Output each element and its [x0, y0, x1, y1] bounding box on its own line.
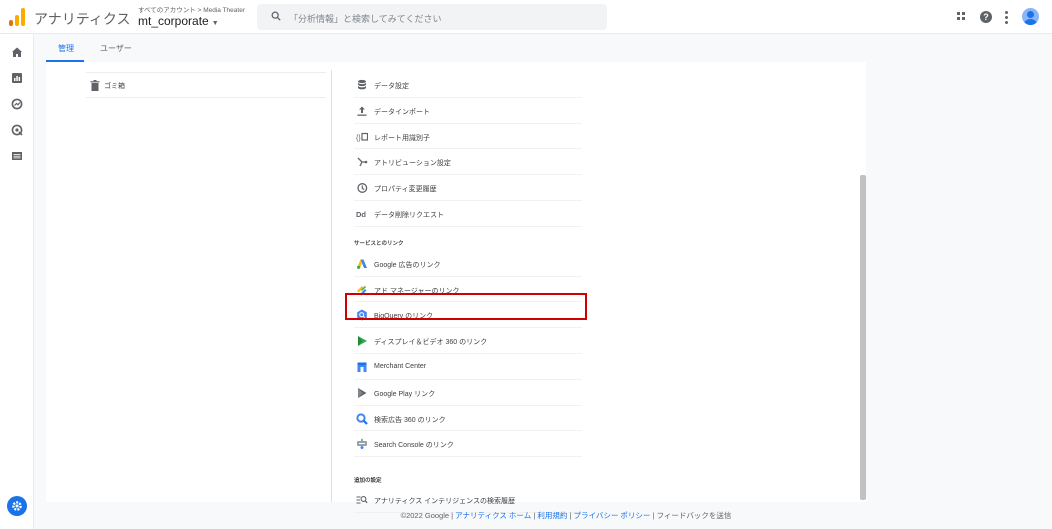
copyright-text: ©2022 Google | — [400, 511, 454, 520]
menu-item-merchant-center[interactable]: Merchant Center — [354, 354, 582, 380]
privacy-policy-link[interactable]: プライバシー ポリシー — [574, 511, 651, 520]
menu-item-label: プロパティ変更履歴 — [374, 186, 437, 194]
intelligence-search-history-icon — [356, 496, 368, 504]
merchant-center-icon — [357, 362, 367, 372]
menu-item-label: データ設定 — [374, 83, 409, 90]
menu-item-data-settings[interactable]: データ設定 — [354, 72, 582, 98]
menu-item-attribution-settings[interactable]: アトリビューション設定 — [354, 149, 582, 176]
menu-item-label: アトリビューション設定 — [374, 160, 451, 168]
display-video-360-icon — [358, 336, 367, 347]
section-title: サービスとのリンク — [354, 240, 404, 247]
avatar[interactable] — [1022, 8, 1039, 25]
account-selector[interactable]: mt_corporate ▼ — [138, 14, 219, 28]
menu-item-label: データ削除リクエスト — [374, 211, 444, 219]
apps-grid-icon[interactable] — [957, 12, 966, 21]
menu-item-property-change-history[interactable]: プロパティ変更履歴 — [354, 175, 582, 201]
footer-separator: | — [652, 511, 655, 520]
menu-item-label: Google 広告のリンク — [374, 261, 441, 269]
advertising-icon[interactable] — [11, 124, 23, 136]
left-nav-rail — [0, 34, 34, 529]
explore-icon[interactable] — [11, 98, 23, 110]
menu-item-label: アナリティクス インテリジェンスの検索履歴 — [374, 498, 516, 506]
reports-icon[interactable] — [11, 72, 23, 84]
search-console-icon — [357, 439, 367, 450]
tab-user[interactable]: ユーザー — [100, 43, 132, 54]
admin-tabs: 管理 ユーザー — [34, 34, 1052, 62]
help-icon[interactable]: ? — [980, 11, 992, 23]
bigquery-highlight-box — [345, 293, 587, 320]
menu-item-label: データインポート — [374, 108, 430, 116]
caret-down-icon: ▼ — [211, 20, 219, 27]
analytics-home-link[interactable]: アナリティクス ホーム — [455, 511, 531, 520]
menu-item-label: Google Play リンク — [374, 390, 436, 398]
account-name: mt_corporate — [138, 14, 209, 28]
column-divider — [331, 70, 332, 502]
upload-icon — [357, 106, 367, 116]
home-icon[interactable] — [11, 46, 23, 58]
report-identity-icon: {} — [356, 132, 368, 142]
menu-item-search-console-links[interactable]: Search Console のリンク — [354, 431, 582, 458]
scrollbar[interactable] — [860, 175, 866, 500]
database-icon — [358, 79, 366, 90]
menu-item-label: レポート用識別子 — [374, 134, 430, 142]
search-icon — [271, 11, 281, 21]
main-content: 管理 ユーザー ゴミ箱 データ設定 データインポート {} レポート用識別子 ア… — [34, 34, 1052, 529]
section-header-product-links: サービスとのリンク — [354, 227, 582, 251]
trash-icon — [90, 80, 100, 91]
send-feedback-link[interactable]: フィードバックを送信 — [657, 511, 732, 520]
footer-separator: | — [533, 511, 536, 520]
menu-item-label: Merchant Center — [374, 362, 427, 370]
menu-item-display-video-360-links[interactable]: ディスプレイ＆ビデオ 360 のリンク — [354, 328, 582, 354]
admin-panel: ゴミ箱 データ設定 データインポート {} レポート用識別子 アトリビューション… — [46, 62, 866, 513]
footer-separator: | — [569, 511, 572, 520]
data-deletion-icon: Dd — [356, 210, 366, 219]
app-title[interactable]: アナリティクス — [34, 9, 130, 29]
account-breadcrumb[interactable]: すべてのアカウント > Media Theater — [138, 4, 245, 14]
section-header-additional-settings: 追加の設定 — [354, 457, 582, 487]
section-title: 追加の設定 — [354, 478, 382, 485]
menu-item-google-play-links[interactable]: Google Play リンク — [354, 380, 582, 406]
search-bar[interactable]: 「分析情報」と検索してみてください — [257, 4, 607, 30]
configure-icon[interactable] — [11, 150, 23, 162]
terms-link[interactable]: 利用規約 — [537, 511, 567, 520]
google-play-icon — [358, 387, 367, 398]
menu-item-google-ads-links[interactable]: Google 広告のリンク — [354, 251, 582, 277]
history-icon — [357, 183, 368, 194]
tab-admin[interactable]: 管理 — [58, 43, 74, 54]
menu-item-data-import[interactable]: データインポート — [354, 98, 582, 124]
svg-text:Dd: Dd — [356, 210, 366, 219]
menu-item-search-ads-360-links[interactable]: 検索広告 360 のリンク — [354, 406, 582, 432]
menu-item-label: ディスプレイ＆ビデオ 360 のリンク — [374, 339, 488, 347]
google-ads-icon — [357, 259, 367, 269]
analytics-logo-icon[interactable] — [9, 8, 25, 26]
trash-label: ゴミ箱 — [104, 83, 125, 90]
menu-item-label: 検索広告 360 のリンク — [374, 416, 446, 424]
top-app-bar: アナリティクス すべてのアカウント > Media Theater mt_cor… — [0, 0, 1052, 34]
footer: ©2022 Google | アナリティクス ホーム | 利用規約 | プライバ… — [0, 510, 1052, 521]
menu-item-label: Search Console のリンク — [374, 442, 454, 450]
menu-item-reporting-identity[interactable]: {} レポート用識別子 — [354, 124, 582, 150]
attribution-icon — [357, 157, 368, 167]
more-vert-icon[interactable] — [1005, 11, 1009, 24]
svg-text:{}: {} — [356, 135, 361, 142]
search-placeholder: 「分析情報」と検索してみてください — [289, 14, 442, 24]
menu-item-data-deletion-requests[interactable]: Dd データ削除リクエスト — [354, 201, 582, 227]
trash-row[interactable]: ゴミ箱 — [86, 72, 326, 98]
search-ads-360-icon — [356, 412, 368, 425]
